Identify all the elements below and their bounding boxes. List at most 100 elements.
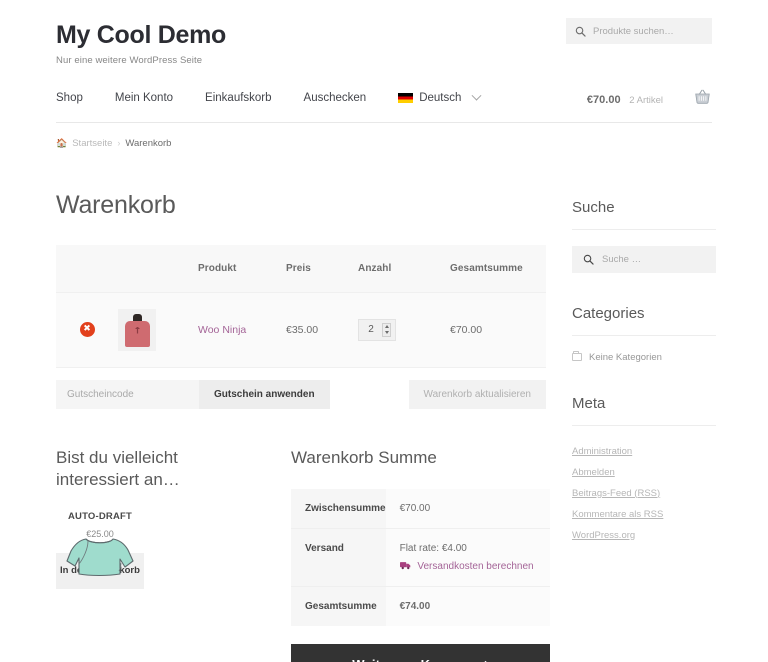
quantity-input[interactable] xyxy=(363,324,379,335)
quantity-stepper[interactable] xyxy=(358,318,396,341)
widget-divider xyxy=(572,228,716,230)
cart-table-body: ✖ Woo Ninja €35.00 2 €70.00 xyxy=(56,292,546,368)
totals-value-total: €74.00 xyxy=(385,586,550,626)
branding: My Cool Demo Nur eine weitere WordPress … xyxy=(56,18,226,66)
cart-cell-price: €35.00 xyxy=(286,292,358,368)
sidebar-search-input[interactable] xyxy=(602,253,705,265)
site-tagline: Nur eine weitere WordPress Seite xyxy=(56,54,203,66)
cart-cell-subtotal: €70.00 xyxy=(450,292,546,368)
cart-totals-body: Zwischensumme €70.00 Versand Flat rate: … xyxy=(291,488,550,626)
list-item: WordPress.org xyxy=(572,526,716,541)
site-title[interactable]: My Cool Demo xyxy=(56,21,226,50)
search-icon xyxy=(575,26,586,37)
breadcrumb-bar: 🏠 Startseite › Warenkorb xyxy=(0,122,768,149)
cart-header-gesamtsumme: Gesamtsumme xyxy=(450,244,546,293)
main-navigation: Shop Mein Konto Einkaufskorb Auschecken … xyxy=(56,90,482,104)
widget-search: Suche xyxy=(572,199,716,273)
cart-table: Produkt Preis Anzahl Gesamtsumme ✖ Woo N… xyxy=(56,244,546,368)
cart-summary: €70.00 2 Artikel xyxy=(587,91,663,106)
quantity-spinner[interactable] xyxy=(382,322,391,337)
chevron-down-icon xyxy=(471,90,482,101)
truck-icon xyxy=(399,561,414,572)
sidebar-search-box[interactable] xyxy=(572,245,716,273)
breadcrumb-separator: › xyxy=(117,138,121,148)
widget-categories: Categories Keine Kategorien xyxy=(572,305,716,363)
proceed-to-checkout-button[interactable]: Weiter zur Kasse ⟶ xyxy=(291,643,550,662)
cart-cell-thumbnail xyxy=(118,292,198,368)
list-item: Kommentare als RSS xyxy=(572,505,716,520)
meta-link-abmelden[interactable]: Abmelden xyxy=(572,467,615,478)
meta-link-administration[interactable]: Administration xyxy=(572,446,632,457)
cart-header-produkt: Produkt xyxy=(198,244,286,293)
totals-label-total: Gesamtsumme xyxy=(291,586,386,626)
table-row: Versand Flat rate: €4.00 Versandkosten b… xyxy=(291,528,550,587)
product-search-box[interactable] xyxy=(566,18,712,44)
product-name-link[interactable]: Woo Ninja xyxy=(198,324,246,336)
cross-sells-title: Bist du vielleicht interessiert an… xyxy=(56,447,180,489)
meta-link-beitrags-feed[interactable]: Beitrags-Feed (RSS) xyxy=(572,488,660,499)
calculate-shipping-link[interactable]: Versandkosten berechnen xyxy=(399,560,540,572)
cart-amount: €70.00 xyxy=(586,93,621,106)
list-item: Beitrags-Feed (RSS) xyxy=(572,484,716,499)
cross-sell-product-name[interactable]: AUTO-DRAFT xyxy=(56,511,144,522)
cart-totals-section: Warenkorb Summe Zwischensumme €70.00 Ver… xyxy=(291,447,550,662)
cart-item-count: 2 Artikel xyxy=(629,94,663,106)
list-item: Administration xyxy=(572,442,716,457)
cart-actions-row: Gutschein anwenden Warenkorb aktualisier… xyxy=(56,379,546,409)
cart-header-row: Produkt Preis Anzahl Gesamtsumme xyxy=(56,244,546,293)
widget-divider xyxy=(572,424,716,426)
nav-item-einkaufskorb[interactable]: Einkaufskorb xyxy=(205,92,271,104)
checkout-button-label: Weiter zur Kasse xyxy=(352,657,460,662)
chevron-up-icon[interactable] xyxy=(384,325,389,328)
cart-header-thumbnail xyxy=(118,244,198,293)
cart-cell-remove: ✖ xyxy=(56,292,118,368)
update-cart-button[interactable]: Warenkorb aktualisieren xyxy=(408,379,546,409)
header-cart[interactable]: €70.00 2 Artikel xyxy=(587,88,712,109)
cart-header-preis: Preis xyxy=(286,244,358,293)
meta-link-wordpress-org[interactable]: WordPress.org xyxy=(572,530,635,541)
totals-value-subtotal: €70.00 xyxy=(385,488,550,529)
table-row: Zwischensumme €70.00 xyxy=(291,488,550,529)
nav-item-auschecken[interactable]: Auschecken xyxy=(304,92,367,104)
coupon-code-input[interactable] xyxy=(56,379,199,409)
hoodie-thumbnail[interactable] xyxy=(118,308,156,351)
nav-item-shop[interactable]: Shop xyxy=(56,92,83,104)
language-label: Deutsch xyxy=(419,92,462,104)
cart-cell-quantity xyxy=(358,292,450,368)
table-row: ✖ Woo Ninja €35.00 2 €70.00 xyxy=(56,292,546,368)
widget-title-meta: Meta xyxy=(572,394,606,412)
nav-item-language-switcher[interactable]: Deutsch xyxy=(398,90,482,104)
remove-item-icon[interactable]: ✖ xyxy=(79,322,95,337)
arrow-right-icon: ⟶ xyxy=(470,656,489,662)
list-item: Abmelden xyxy=(572,463,716,478)
product-search-input[interactable] xyxy=(593,25,703,37)
meta-links-list: Administration Abmelden Beitrags-Feed (R… xyxy=(572,442,716,541)
apply-coupon-button[interactable]: Gutschein anwenden xyxy=(199,379,330,409)
category-label: Keine Kategorien xyxy=(589,351,662,363)
list-item: Keine Kategorien xyxy=(572,351,716,363)
folder-icon xyxy=(572,351,582,361)
german-flag-icon xyxy=(398,93,414,103)
site-header: My Cool Demo Nur eine weitere WordPress … xyxy=(0,0,768,123)
calculate-shipping-label: Versandkosten berechnen xyxy=(417,560,534,572)
search-icon xyxy=(583,254,594,265)
widget-divider xyxy=(572,334,716,336)
table-row: Gesamtsumme €74.00 xyxy=(291,586,550,626)
cart-totals-table: Zwischensumme €70.00 Versand Flat rate: … xyxy=(291,488,550,626)
nav-item-mein-konto[interactable]: Mein Konto xyxy=(115,92,173,104)
chevron-down-icon[interactable] xyxy=(384,331,389,334)
shipping-rate-text: Flat rate: €4.00 xyxy=(399,542,467,554)
shopping-basket-icon[interactable] xyxy=(693,88,712,109)
widget-title-categories: Categories xyxy=(572,304,645,322)
cart-header-remove xyxy=(56,244,118,293)
page-title: Warenkorb xyxy=(56,190,176,219)
page-layout: Warenkorb Produkt Preis Anzahl Gesamtsum… xyxy=(0,149,768,662)
breadcrumb-item-startseite[interactable]: Startseite xyxy=(72,138,112,149)
widget-title-suche: Suche xyxy=(572,198,615,216)
cart-cell-product: Woo Ninja xyxy=(198,292,286,368)
totals-value-shipping: Flat rate: €4.00 Versandkosten berechnen xyxy=(385,528,550,587)
thumbnail-body-shape xyxy=(125,320,150,347)
meta-link-kommentare-rss[interactable]: Kommentare als RSS xyxy=(572,509,663,520)
cart-totals-title: Warenkorb Summe xyxy=(291,447,437,467)
cart-table-head: Produkt Preis Anzahl Gesamtsumme xyxy=(56,244,546,293)
